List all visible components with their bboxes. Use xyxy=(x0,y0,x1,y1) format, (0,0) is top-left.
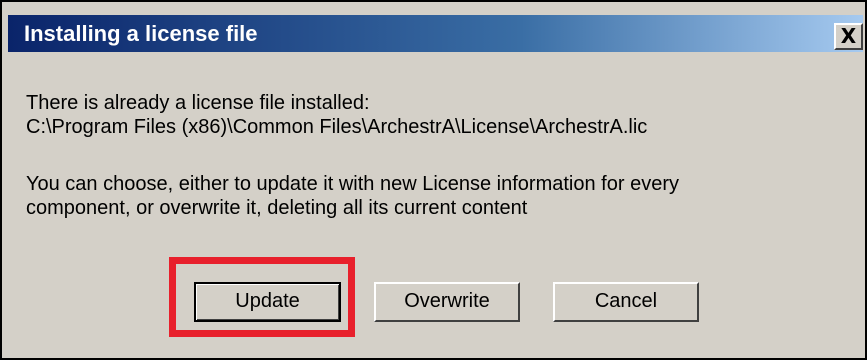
license-dialog: Installing a license file X There is alr… xyxy=(0,0,867,360)
title-bar: Installing a license file X xyxy=(8,15,863,52)
close-button[interactable]: X xyxy=(834,23,863,50)
message-line-existing: There is already a license file installe… xyxy=(26,92,370,114)
update-button[interactable]: Update xyxy=(194,282,341,322)
message-license-path: C:\Program Files (x86)\Common Files\Arch… xyxy=(26,116,648,138)
overwrite-button[interactable]: Overwrite xyxy=(374,282,520,322)
message-choice-line1: You can choose, either to update it with… xyxy=(26,173,679,195)
dialog-title: Installing a license file xyxy=(24,21,258,46)
cancel-button[interactable]: Cancel xyxy=(553,282,699,322)
close-icon: X xyxy=(840,24,857,48)
message-choice-line2: component, or overwrite it, deleting all… xyxy=(26,197,528,219)
